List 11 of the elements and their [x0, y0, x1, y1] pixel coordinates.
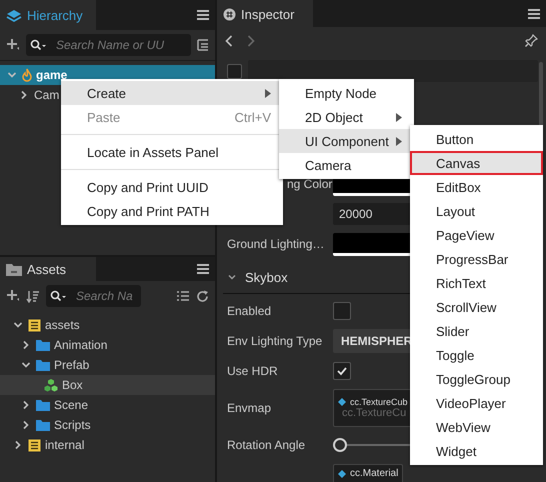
- field-label: Envmap: [227, 401, 272, 415]
- field-label: Use HDR: [227, 364, 279, 378]
- asset-type: cc.TextureCub: [350, 397, 408, 407]
- field-label: Ground Lighting…: [227, 237, 326, 251]
- shortcut-label: Ctrl+V: [234, 110, 271, 124]
- field-label: ng Color: [286, 177, 333, 191]
- asset-placeholder: cc.TextureCu: [341, 407, 408, 419]
- field-label: Rotation Angle: [227, 438, 306, 452]
- field-label: Enabled: [227, 304, 272, 318]
- field-label: Env Lighting Type: [227, 334, 324, 348]
- asset-type: cc.Material: [350, 468, 398, 479]
